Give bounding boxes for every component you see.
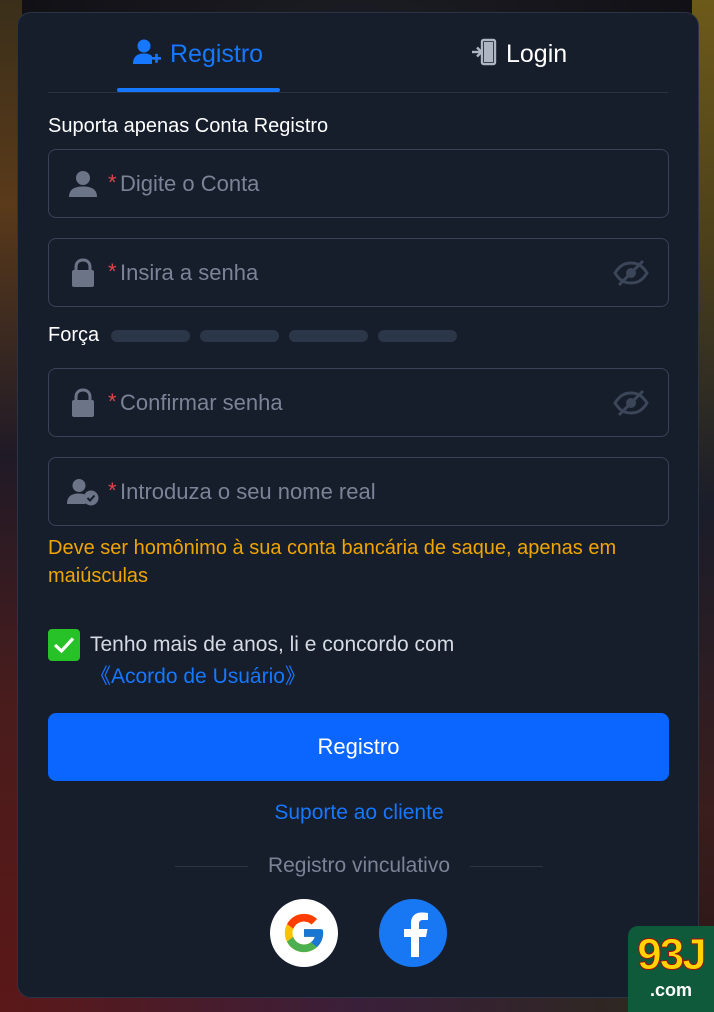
tab-register-label: Registro — [170, 39, 264, 68]
realname-input[interactable] — [120, 472, 600, 512]
password-strength: Força — [48, 324, 467, 347]
password-input[interactable] — [120, 253, 600, 293]
brand-logo-bottom: .com — [649, 980, 692, 1000]
required-mark: * — [108, 170, 117, 195]
customer-support-link[interactable]: Suporte ao cliente — [274, 801, 443, 824]
strength-bar — [289, 329, 369, 342]
user-icon — [67, 168, 99, 200]
lock-icon — [67, 257, 99, 289]
required-mark: * — [108, 478, 117, 503]
account-field: * — [48, 149, 669, 218]
tab-register[interactable]: Registro — [132, 37, 263, 71]
support-row: Suporte ao cliente — [18, 801, 700, 825]
agreement-statement: Tenho mais de anos, li e concordo com — [90, 633, 455, 656]
password-field: * — [48, 238, 669, 307]
confirm-password-input[interactable] — [120, 383, 600, 423]
eye-off-icon[interactable] — [612, 257, 650, 289]
user-agreement-link[interactable]: 《Acordo de Usuário》 — [90, 665, 306, 688]
brand-logo: 93J .com — [628, 926, 714, 1012]
agreement-text: Tenho mais de anos, li e concordo com 《A… — [90, 629, 670, 693]
strength-bar — [111, 329, 191, 342]
divider-line — [175, 865, 248, 867]
required-mark: * — [108, 389, 117, 414]
strength-bar — [378, 329, 458, 342]
strength-bar — [200, 329, 280, 342]
tab-login[interactable]: Login — [470, 37, 567, 71]
auth-tabs: Registro Login — [48, 13, 668, 93]
strength-label: Força — [48, 324, 100, 346]
agreement-checkbox[interactable] — [48, 629, 80, 661]
checkmark-icon — [53, 637, 75, 654]
register-panel: Registro Login Suporta apenas Conta Regi… — [17, 12, 699, 998]
tab-login-label: Login — [506, 39, 568, 68]
brand-logo-top: 93J — [637, 930, 707, 980]
social-divider: Registro vinculativo — [175, 853, 543, 879]
login-door-icon — [470, 38, 498, 71]
lock-icon — [67, 387, 99, 419]
realname-field: * — [48, 457, 669, 526]
binding-label: Registro vinculativo — [267, 854, 451, 877]
register-submit-button[interactable]: Registro — [48, 713, 669, 781]
verified-user-icon — [67, 476, 99, 508]
facebook-login-button[interactable] — [379, 899, 447, 967]
section-label: Suporta apenas Conta Registro — [48, 115, 329, 137]
required-mark: * — [108, 259, 117, 284]
realname-warning: Deve ser homônimo à sua conta bancária d… — [48, 537, 617, 587]
confirm-password-field: * — [48, 368, 669, 437]
eye-off-icon[interactable] — [612, 387, 650, 419]
google-login-button[interactable] — [270, 899, 338, 967]
add-user-icon — [132, 38, 162, 71]
google-icon — [284, 913, 324, 953]
active-tab-indicator — [117, 88, 280, 92]
facebook-icon — [404, 912, 428, 957]
divider-line — [470, 865, 543, 867]
account-input[interactable] — [120, 164, 600, 204]
